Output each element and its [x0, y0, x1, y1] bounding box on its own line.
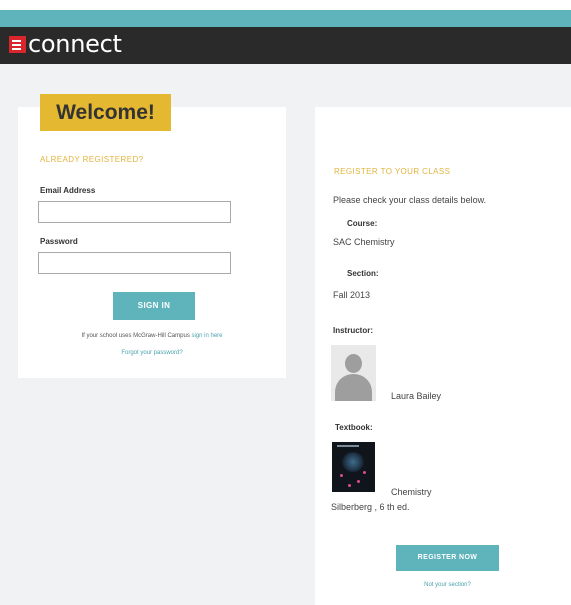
textbook-cover [332, 442, 375, 492]
register-now-button[interactable]: REGISTER NOW [396, 545, 499, 571]
course-label: Course: [347, 219, 378, 228]
campus-text: If your school uses McGraw-Hill Campus [81, 333, 190, 339]
cover-dot [357, 480, 360, 483]
register-intro: Please check your class details below. [333, 195, 487, 205]
campus-sign-in-link[interactable]: sign in here [192, 333, 223, 339]
email-label: Email Address [40, 186, 96, 195]
password-label: Password [40, 237, 78, 246]
textbook-label: Textbook: [335, 423, 373, 432]
instructor-avatar [331, 345, 376, 401]
textbook-title: Chemistry [391, 487, 432, 497]
avatar-body-icon [335, 374, 372, 401]
forgot-password-link[interactable]: Forgot your password? [18, 350, 286, 356]
welcome-banner: Welcome! [40, 94, 171, 131]
register-heading: REGISTER TO YOUR CLASS [334, 167, 451, 176]
app-header: connect [0, 27, 571, 64]
mcgraw-hill-logo-icon [9, 36, 26, 53]
instructor-name: Laura Bailey [391, 391, 442, 401]
app-logo[interactable]: connect [28, 30, 122, 58]
section-value: Fall 2013 [333, 290, 371, 300]
top-accent-bar [0, 10, 571, 27]
cover-dot [363, 471, 366, 474]
course-value: SAC Chemistry [333, 237, 395, 247]
already-registered-heading: ALREADY REGISTERED? [40, 155, 144, 164]
section-label: Section: [347, 269, 379, 278]
campus-sign-in-text: If your school uses McGraw-Hill Campus s… [18, 333, 286, 339]
avatar-head-icon [345, 354, 362, 373]
cover-dot [348, 484, 351, 487]
sign-in-button[interactable]: SIGN IN [113, 292, 195, 320]
cover-dot [340, 474, 343, 477]
cover-molecule-graphic [342, 452, 364, 472]
not-your-section-link[interactable]: Not your section? [396, 582, 499, 588]
password-field[interactable] [38, 252, 231, 274]
instructor-label: Instructor: [333, 326, 373, 335]
email-field[interactable] [38, 201, 231, 223]
textbook-author: Silberberg , 6 th ed. [331, 502, 410, 512]
top-strip [0, 0, 571, 10]
cover-title-bar [337, 445, 359, 447]
